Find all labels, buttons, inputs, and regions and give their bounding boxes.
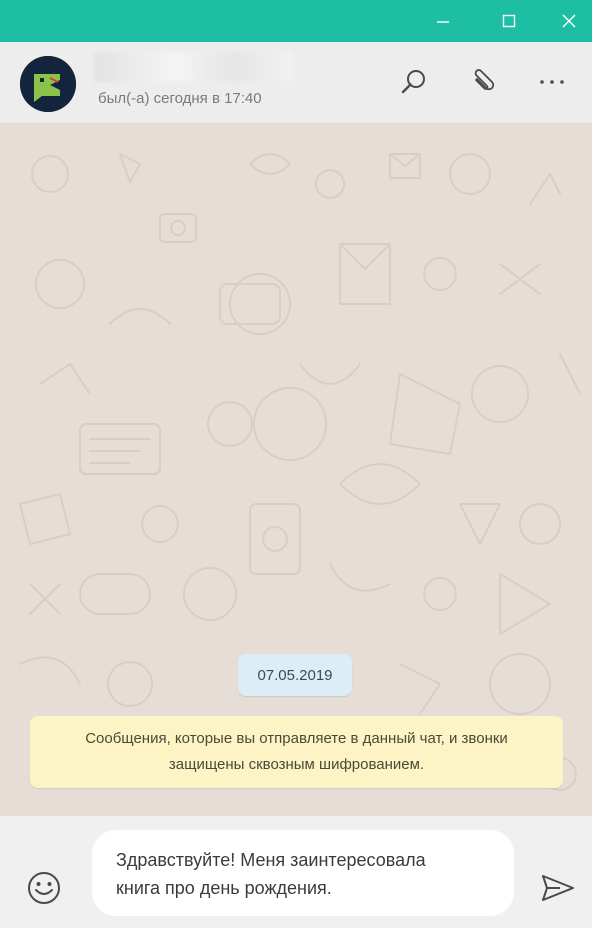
window-titlebar [0,0,592,42]
emoji-button[interactable] [24,868,64,908]
paperclip-icon [474,69,495,91]
maximize-icon [502,14,516,28]
chat-background-pattern [19,153,581,791]
minimize-icon [437,21,449,23]
contact-name[interactable] [94,52,294,82]
send-button[interactable] [536,868,580,908]
date-separator: 07.05.2019 [238,654,352,696]
message-input[interactable]: Здравствуйте! Меня заинтересовала книга … [92,830,514,916]
maximize-button[interactable] [486,0,532,42]
compose-bar: Здравствуйте! Меня заинтересовала книга … [0,816,592,928]
contact-logo-icon [20,56,76,112]
close-icon [562,14,576,28]
more-icon [540,80,564,84]
chat-area: 07.05.2019 Сообщения, которые вы отправл… [0,124,592,816]
encryption-notice[interactable]: Сообщения, которые вы отправляете в данн… [30,716,563,788]
search-button[interactable] [394,62,434,102]
attach-button[interactable] [464,62,504,102]
minimize-button[interactable] [420,0,466,42]
last-seen-status: был(-а) сегодня в 17:40 [98,90,262,107]
avatar[interactable] [20,56,76,112]
search-icon [401,70,425,94]
emoji-icon [28,872,60,904]
more-options-button[interactable] [532,62,572,102]
close-button[interactable] [546,0,592,42]
chat-header: был(-а) сегодня в 17:40 [0,42,592,124]
send-icon [542,875,574,901]
